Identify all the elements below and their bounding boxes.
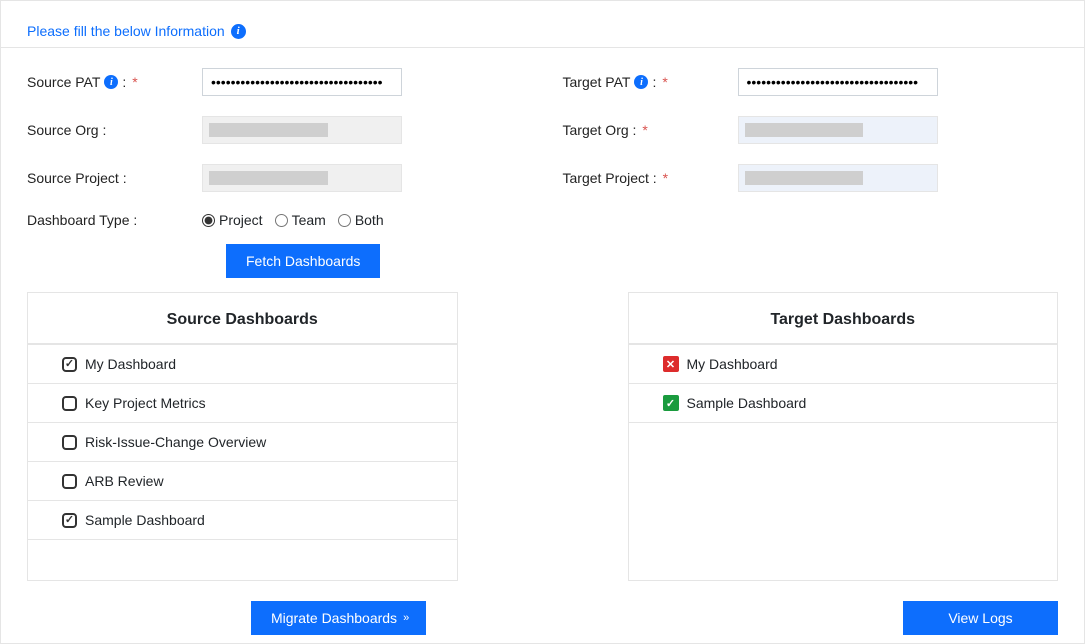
info-icon[interactable]: i: [634, 75, 648, 89]
target-pat-input[interactable]: [738, 68, 938, 96]
status-success-icon: ✓: [663, 395, 679, 411]
dashboard-type-radios: Project Team Both: [202, 212, 390, 228]
required-asterisk: *: [642, 122, 647, 138]
target-pat-row: Target PAT i : *: [563, 68, 1059, 96]
source-pat-input[interactable]: [202, 68, 402, 96]
form-fields: Source PAT i : * Source Org : Source Pro…: [1, 48, 1084, 248]
info-icon[interactable]: i: [231, 24, 246, 39]
shimmer-placeholder: [745, 123, 864, 137]
form-header: Please fill the below Information i: [1, 1, 1084, 48]
dashboard-name: Sample Dashboard: [687, 395, 807, 411]
target-pat-label: Target PAT i : *: [563, 74, 738, 90]
dashboard-name: Sample Dashboard: [85, 512, 205, 528]
source-org-row: Source Org :: [27, 116, 523, 144]
radio-input[interactable]: [275, 214, 288, 227]
fetch-button-row: Fetch Dashboards: [1, 244, 1084, 278]
label-text: Target Project :: [563, 170, 657, 186]
status-fail-icon: ✕: [663, 356, 679, 372]
required-asterisk: *: [662, 74, 667, 90]
label-text: Target Org :: [563, 122, 637, 138]
radio-input[interactable]: [202, 214, 215, 227]
source-dashboards-list: My Dashboard Key Project Metrics Risk-Issu…: [28, 345, 457, 580]
dashboard-name: ARB Review: [85, 473, 164, 489]
source-dashboard-item[interactable]: Sample Dashboard: [28, 501, 457, 540]
form-header-text: Please fill the below Information: [27, 23, 225, 39]
migrate-button-wrap: Migrate Dashboards »: [251, 601, 426, 635]
chevron-right-icon: »: [403, 612, 406, 624]
source-project-row: Source Project :: [27, 164, 523, 192]
source-dashboards-panel: Source Dashboards My Dashboard Key Projec…: [27, 292, 458, 581]
checkbox-unchecked-icon[interactable]: [62, 396, 77, 411]
colon: :: [122, 74, 126, 90]
radio-label: Both: [355, 212, 384, 228]
target-project-row: Target Project : *: [563, 164, 1059, 192]
target-dashboards-list: ✕ My Dashboard ✓ Sample Dashboard: [629, 345, 1058, 580]
radio-option-project[interactable]: Project: [202, 212, 263, 228]
target-dashboard-item: ✕ My Dashboard: [629, 345, 1058, 384]
label-text: Source PAT: [27, 74, 100, 90]
target-org-label: Target Org : *: [563, 122, 738, 138]
target-panel-title: Target Dashboards: [629, 293, 1058, 345]
target-dashboard-item: ✓ Sample Dashboard: [629, 384, 1058, 423]
target-org-row: Target Org : *: [563, 116, 1059, 144]
shimmer-placeholder: [745, 171, 864, 185]
target-org-loading: [738, 116, 938, 144]
source-dashboard-item[interactable]: Key Project Metrics: [28, 384, 457, 423]
view-logs-button[interactable]: View Logs: [903, 601, 1058, 635]
dashboards-panels: Source Dashboards My Dashboard Key Projec…: [1, 292, 1084, 581]
target-project-loading: [738, 164, 938, 192]
source-panel-title: Source Dashboards: [28, 293, 457, 345]
dashboard-name: Key Project Metrics: [85, 395, 206, 411]
bottom-actions: Migrate Dashboards » View Logs: [1, 581, 1084, 635]
radio-option-team[interactable]: Team: [275, 212, 326, 228]
button-label: Migrate Dashboards: [271, 610, 397, 626]
shimmer-placeholder: [209, 171, 328, 185]
source-org-label: Source Org :: [27, 122, 202, 138]
source-pat-row: Source PAT i : *: [27, 68, 523, 96]
target-dashboards-panel: Target Dashboards ✕ My Dashboard ✓ Sample D…: [628, 292, 1059, 581]
info-icon[interactable]: i: [104, 75, 118, 89]
source-org-loading: [202, 116, 402, 144]
shimmer-placeholder: [209, 123, 328, 137]
dashboard-name: My Dashboard: [85, 356, 176, 372]
dashboard-name: Risk-Issue-Change Overview: [85, 434, 266, 450]
source-dashboard-item[interactable]: My Dashboard: [28, 345, 457, 384]
dashboard-type-row: Dashboard Type : Project Team Both: [27, 212, 523, 228]
source-project-label: Source Project :: [27, 170, 202, 186]
checkbox-unchecked-icon[interactable]: [62, 435, 77, 450]
view-logs-button-wrap: View Logs: [903, 601, 1058, 635]
target-column: Target PAT i : * Target Org : * Target P…: [563, 68, 1059, 248]
target-project-label: Target Project : *: [563, 170, 738, 186]
radio-label: Team: [292, 212, 326, 228]
radio-input[interactable]: [338, 214, 351, 227]
radio-option-both[interactable]: Both: [338, 212, 384, 228]
label-text: Target PAT: [563, 74, 631, 90]
source-pat-label: Source PAT i : *: [27, 74, 202, 90]
required-asterisk: *: [663, 170, 668, 186]
migration-form-container: Please fill the below Information i Sour…: [0, 0, 1085, 644]
checkbox-checked-icon[interactable]: [62, 513, 77, 528]
source-dashboard-item[interactable]: Risk-Issue-Change Overview: [28, 423, 457, 462]
dashboard-type-label: Dashboard Type :: [27, 212, 202, 228]
checkbox-checked-icon[interactable]: [62, 357, 77, 372]
required-asterisk: *: [132, 74, 137, 90]
fetch-dashboards-button[interactable]: Fetch Dashboards: [226, 244, 380, 278]
source-project-loading: [202, 164, 402, 192]
dashboard-name: My Dashboard: [687, 356, 778, 372]
checkbox-unchecked-icon[interactable]: [62, 474, 77, 489]
colon: :: [652, 74, 656, 90]
source-column: Source PAT i : * Source Org : Source Pro…: [27, 68, 523, 248]
source-dashboard-item[interactable]: ARB Review: [28, 462, 457, 501]
migrate-dashboards-button[interactable]: Migrate Dashboards »: [251, 601, 426, 635]
radio-label: Project: [219, 212, 263, 228]
